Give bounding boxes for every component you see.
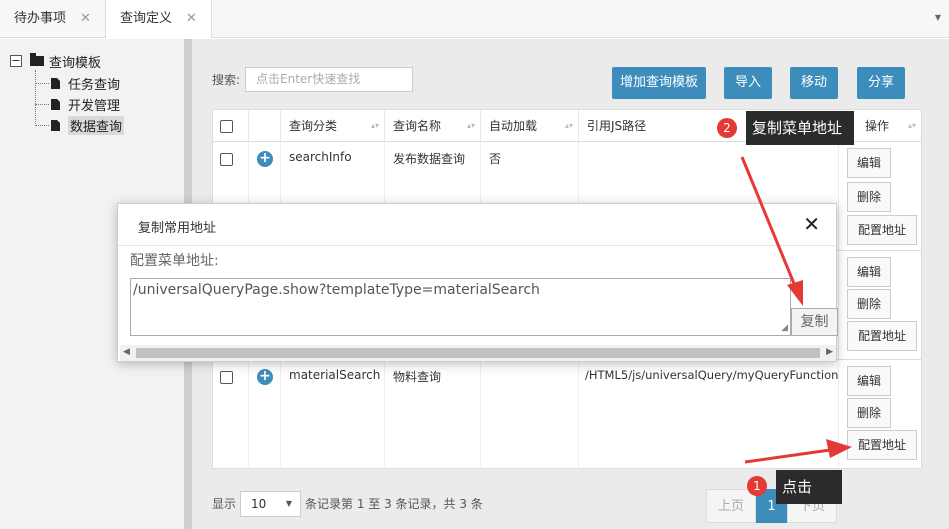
sort-icon[interactable]: ▴▾ (467, 110, 475, 142)
column-header-autoload[interactable]: 自动加载 ▴▾ (481, 110, 579, 142)
tree-item-label: 数据查询 (68, 115, 125, 135)
show-label: 显示 (212, 497, 237, 511)
resize-handle-icon[interactable]: ◢ (781, 323, 788, 333)
dialog-header: 复制常用地址 ✕ (118, 204, 836, 246)
step-callout-1: 点击 (776, 470, 842, 504)
column-header-category[interactable]: 查询分类 ▴▾ (281, 110, 385, 142)
document-icon (51, 98, 60, 110)
horizontal-scrollbar[interactable]: ◀ ▶ (120, 345, 836, 361)
config-address-button[interactable]: 配置地址 (847, 430, 917, 460)
tab-query-definition[interactable]: 查询定义 ✕ (106, 0, 212, 38)
menu-address-label: 配置菜单地址: (130, 253, 219, 269)
config-address-button[interactable]: 配置地址 (847, 321, 917, 351)
import-button[interactable]: 导入 (724, 67, 772, 99)
edit-button[interactable]: 编辑 (847, 366, 891, 396)
copy-button[interactable]: 复制 (791, 308, 838, 336)
page-size-select[interactable]: 10 ▼ (240, 491, 301, 517)
delete-button[interactable]: 删除 (847, 182, 891, 212)
tree-root-label: 查询模板 (49, 55, 102, 71)
sort-icon[interactable]: ▴▾ (565, 110, 573, 142)
edit-button[interactable]: 编辑 (847, 148, 891, 178)
delete-button[interactable]: 删除 (847, 289, 891, 319)
tree-item-dev-management[interactable]: 开发管理 (35, 95, 121, 114)
tab-label: 查询定义 (120, 11, 173, 26)
close-icon[interactable]: ✕ (803, 212, 820, 236)
row-checkbox[interactable] (220, 371, 233, 384)
tree-item-label: 开发管理 (68, 98, 121, 114)
collapse-icon[interactable]: − (10, 55, 22, 67)
record-info: 条记录第 1 至 3 条记录，共 3 条 (305, 497, 483, 511)
tab-todo[interactable]: 待办事项 ✕ (0, 0, 106, 38)
cell-name: 物料查询 (385, 360, 481, 469)
table-row: + materialSearch 物料查询 /HTML5/js/universa… (213, 360, 921, 469)
step-badge-2: 2 (717, 118, 737, 138)
select-all-cell (213, 110, 249, 142)
cell-js-path: /HTML5/js/universalQuery/myQueryFunction… (579, 360, 839, 469)
edit-button[interactable]: 编辑 (847, 257, 891, 287)
scrollbar-thumb[interactable] (136, 348, 820, 358)
tree-item-task-query[interactable]: 任务查询 (35, 74, 121, 93)
share-button[interactable]: 分享 (857, 67, 905, 99)
search-input[interactable]: 点击Enter快速查找 (245, 67, 413, 92)
close-icon[interactable]: ✕ (186, 11, 197, 26)
menu-address-textarea[interactable]: /universalQueryPage.show?templateType=ma… (130, 278, 791, 336)
tree-root-node[interactable]: − 查询模板 (10, 53, 102, 71)
page-size-value: 10 (251, 497, 267, 511)
menu-address-value: /universalQueryPage.show?templateType=ma… (133, 282, 540, 298)
config-address-button[interactable]: 配置地址 (847, 215, 917, 245)
prev-page-button[interactable]: 上页 (706, 489, 756, 523)
move-button[interactable]: 移动 (790, 67, 838, 99)
step-callout-2: 复制菜单地址 (746, 111, 854, 145)
tab-bar: 待办事项 ✕ 查询定义 ✕ ▼ (0, 0, 949, 38)
document-icon (51, 77, 60, 89)
copy-address-dialog: 复制常用地址 ✕ 配置菜单地址: /universalQueryPage.sho… (117, 203, 838, 362)
delete-button[interactable]: 删除 (847, 398, 891, 428)
add-template-button[interactable]: 增加查询模板 (612, 67, 706, 99)
sort-icon[interactable]: ▴▾ (371, 110, 379, 142)
sort-icon[interactable]: ▴▾ (908, 110, 916, 142)
row-checkbox[interactable] (220, 153, 233, 166)
tab-label: 待办事项 (14, 11, 67, 26)
tree-item-data-query[interactable]: 数据查询 (35, 115, 125, 135)
tab-dropdown-icon[interactable]: ▼ (935, 13, 941, 22)
dialog-title: 复制常用地址 (138, 221, 217, 236)
close-icon[interactable]: ✕ (80, 11, 91, 26)
scroll-left-icon[interactable]: ◀ (123, 347, 130, 357)
search-label: 搜索: (212, 73, 241, 87)
scroll-right-icon[interactable]: ▶ (826, 347, 833, 357)
folder-icon (30, 53, 44, 66)
step-badge-1: 1 (747, 476, 767, 496)
select-all-checkbox[interactable] (220, 120, 233, 133)
dropdown-caret-icon: ▼ (285, 499, 292, 508)
column-header-name[interactable]: 查询名称 ▴▾ (385, 110, 481, 142)
document-icon (51, 119, 60, 131)
expand-row-icon[interactable]: + (257, 151, 273, 167)
tree-item-label: 任务查询 (68, 77, 121, 93)
expand-row-icon[interactable]: + (257, 369, 273, 385)
cell-category: materialSearch (281, 360, 385, 469)
cell-autoload (481, 360, 579, 469)
